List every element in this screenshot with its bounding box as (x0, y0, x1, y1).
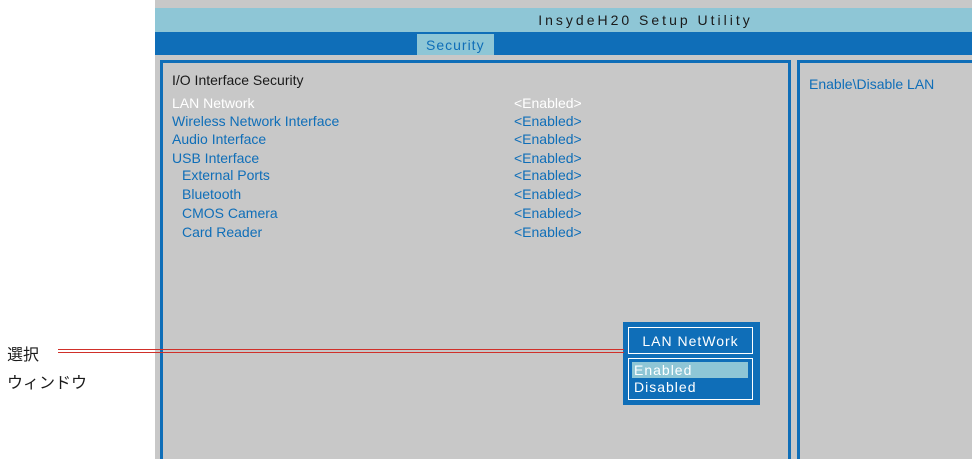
setting-label: LAN Network (172, 95, 255, 111)
setting-label: Wireless Network Interface (172, 113, 340, 129)
setting-label: CMOS Camera (182, 205, 278, 221)
popup-title: LAN NetWork (628, 327, 753, 354)
callout-label-line2: ウィンドウ (7, 375, 88, 392)
setting-row-usb-interface[interactable]: USB Interface <Enabled> (163, 150, 783, 168)
app-title: InsydeH20 Setup Utility (538, 12, 753, 28)
section-title: I/O Interface Security (172, 72, 304, 88)
setting-row-external-ports[interactable]: External Ports <Enabled> (163, 167, 783, 185)
selection-popup: LAN NetWork Enabled Disabled (623, 322, 760, 405)
setting-row-audio-interface[interactable]: Audio Interface <Enabled> (163, 131, 783, 149)
setting-value[interactable]: <Enabled> (514, 150, 582, 166)
setting-value[interactable]: <Enabled> (514, 95, 582, 111)
setting-row-lan-network[interactable]: LAN Network <Enabled> (163, 95, 783, 113)
setting-label: Bluetooth (182, 186, 242, 202)
popup-option-enabled[interactable]: Enabled (632, 362, 748, 378)
callout-label-line1: 選択 (7, 347, 40, 364)
setting-value[interactable]: <Enabled> (514, 186, 582, 202)
setting-row-wireless-network-interface[interactable]: Wireless Network Interface <Enabled> (163, 113, 783, 131)
bios-window: InsydeH20 Setup Utility Security I/O Int… (155, 0, 972, 459)
popup-option-list: Enabled Disabled (628, 358, 753, 400)
tab-bar: Security (155, 32, 972, 55)
setting-value[interactable]: <Enabled> (514, 224, 582, 240)
tab-security[interactable]: Security (417, 34, 494, 55)
setting-value[interactable]: <Enabled> (514, 205, 582, 221)
setting-value[interactable]: <Enabled> (514, 113, 582, 129)
setting-value[interactable]: <Enabled> (514, 167, 582, 183)
setting-label: External Ports (182, 167, 270, 183)
setting-row-card-reader[interactable]: Card Reader <Enabled> (163, 224, 783, 242)
callout-leader-line (58, 349, 624, 354)
help-panel: Enable\Disable LAN (797, 60, 972, 459)
setting-value[interactable]: <Enabled> (514, 131, 582, 147)
setting-label: Audio Interface (172, 131, 267, 147)
help-text: Enable\Disable LAN (809, 76, 935, 92)
setting-label: USB Interface (172, 150, 260, 166)
popup-option-disabled[interactable]: Disabled (632, 379, 748, 395)
setting-row-cmos-camera[interactable]: CMOS Camera <Enabled> (163, 205, 783, 223)
setting-row-bluetooth[interactable]: Bluetooth <Enabled> (163, 186, 783, 204)
setting-label: Card Reader (182, 224, 263, 240)
title-bar: InsydeH20 Setup Utility (155, 8, 972, 32)
